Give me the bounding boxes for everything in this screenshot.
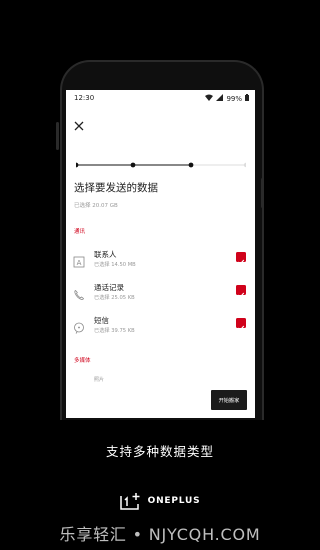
battery-text: 99% — [226, 94, 242, 103]
truncated-list-item: 照片 — [94, 377, 105, 383]
status-right: 99% — [205, 94, 249, 103]
checkbox-checked[interactable] — [236, 252, 246, 265]
phone-side-button-left — [56, 122, 59, 150]
section-communication: 通讯 — [74, 229, 86, 235]
item-name: 短信 — [94, 316, 109, 325]
list-item-call-log[interactable]: 通话记录 已选择 25.05 KB — [66, 280, 255, 308]
contacts-icon: A — [73, 253, 85, 268]
page-title: 选择要发送的数据 — [74, 182, 158, 194]
feature-caption: 支持多种数据类型 — [105, 444, 214, 459]
status-time: 12:30 — [74, 94, 95, 102]
phone-screen: 12:30 99% 选择要发送的数据 已选择 20.07 GB 通讯 A 联系人… — [66, 90, 255, 418]
item-name: 联系人 — [94, 250, 117, 259]
step-progress — [73, 153, 249, 168]
wifi-icon — [205, 94, 214, 103]
brand-logo: ONEPLUS — [0, 492, 320, 510]
item-size: 已选择 25.05 KB — [94, 295, 135, 301]
message-icon — [73, 319, 85, 334]
selected-total: 已选择 20.07 GB — [74, 203, 118, 209]
phone-icon — [73, 286, 85, 301]
signal-icon — [216, 94, 224, 103]
start-transfer-button[interactable]: 开始搬家 — [211, 390, 247, 410]
status-bar: 12:30 99% — [66, 90, 255, 108]
phone-side-button-right — [261, 178, 264, 208]
checkbox-checked[interactable] — [236, 318, 246, 331]
list-item-contacts[interactable]: A 联系人 已选择 14.50 MB — [66, 247, 255, 275]
close-icon[interactable] — [72, 118, 86, 132]
checkbox-checked[interactable] — [236, 285, 246, 298]
oneplus-logo-icon — [119, 492, 142, 510]
svg-text:A: A — [77, 259, 82, 267]
section-media: 多媒体 — [74, 358, 91, 364]
battery-icon — [245, 94, 249, 103]
brand-name: ONEPLUS — [147, 496, 201, 506]
item-name: 通话记录 — [94, 283, 124, 292]
watermark-text: 乐享轻汇 • NJYCQH.COM — [59, 525, 261, 544]
list-item-sms[interactable]: 短信 已选择 39.75 KB — [66, 313, 255, 341]
item-size: 已选择 14.50 MB — [94, 262, 136, 268]
item-size: 已选择 39.75 KB — [94, 328, 135, 334]
